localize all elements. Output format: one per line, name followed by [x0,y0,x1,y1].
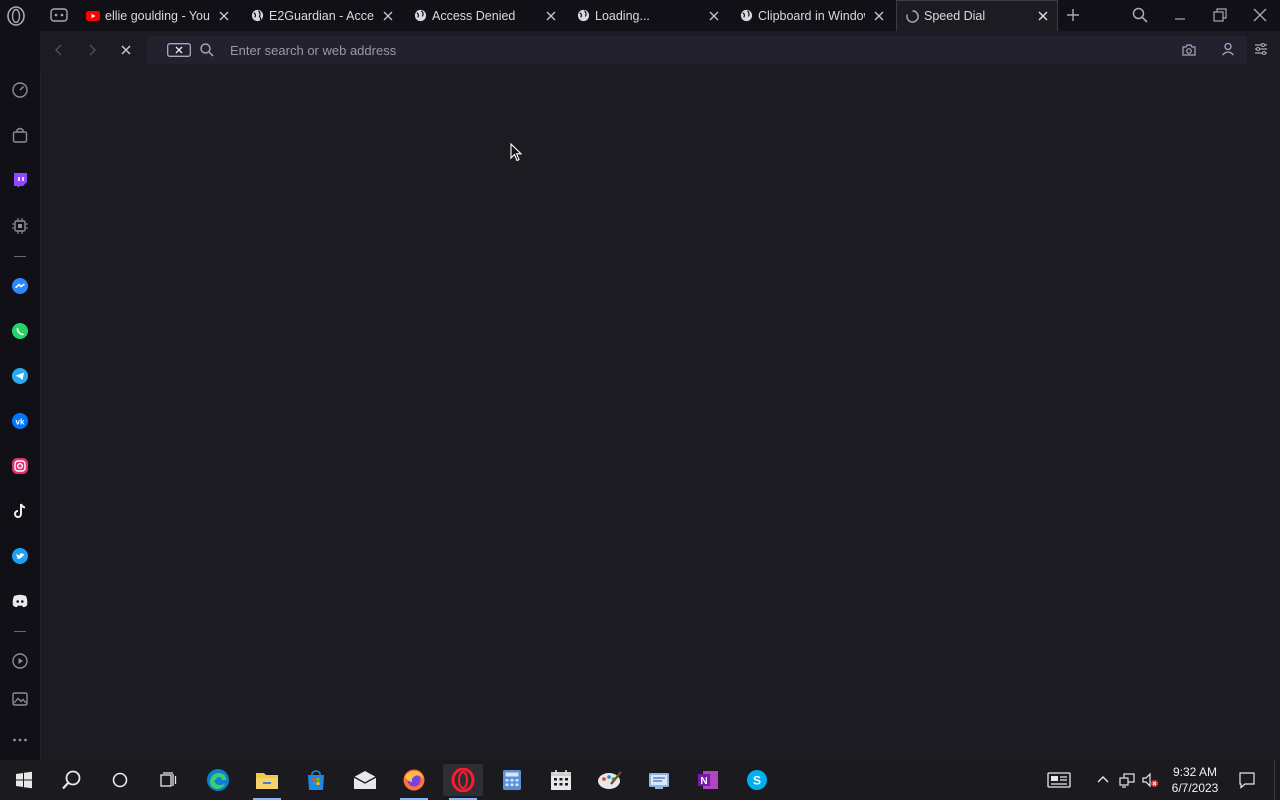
sidebar-separator [14,256,26,257]
page-content[interactable] [40,70,1280,760]
svg-text:S: S [753,774,761,788]
shopping-bag-icon[interactable] [10,125,30,145]
show-hidden-icons-icon[interactable] [1094,771,1112,789]
notification-icon[interactable] [1238,771,1256,789]
close-icon[interactable] [543,8,559,24]
svg-text:vk: vk [16,418,25,427]
globe-icon [250,9,264,23]
telegram-icon[interactable] [10,366,30,386]
tab-access-denied[interactable]: Access Denied [405,0,565,31]
stop-loading-icon[interactable] [117,41,135,59]
close-icon[interactable] [706,8,722,24]
mail-icon[interactable] [345,764,385,796]
svg-text:N: N [700,776,707,787]
back-icon[interactable] [50,41,68,59]
twitch-icon[interactable] [10,170,30,190]
mouse-cursor-icon [510,143,522,162]
player-icon[interactable] [10,651,30,671]
messenger-icon[interactable] [10,276,30,296]
camera-icon[interactable] [1181,42,1197,58]
sidebar: vk [0,31,40,760]
discord-icon[interactable] [10,591,30,611]
sidebar-separator [14,631,26,632]
minimize-icon[interactable] [1171,6,1189,24]
youtube-icon [86,9,100,23]
address-bar[interactable] [147,36,1247,64]
toolbar [40,31,1280,70]
globe-icon [576,9,590,23]
tab-title: E2Guardian - Access [269,8,374,23]
volume-muted-icon[interactable] [1141,771,1159,789]
chip-icon[interactable] [10,216,30,236]
tiktok-icon[interactable] [10,501,30,521]
taskbar: N S 9:32 AM 6/7/2023 [0,760,1280,800]
cortana-icon[interactable] [100,764,140,796]
loading-spinner-icon [905,9,919,23]
image-icon[interactable] [10,689,30,709]
tab-bar: ellie goulding - YouT E2Guardian - Acces… [0,0,1280,31]
restore-icon[interactable] [1211,6,1229,24]
speedometer-icon[interactable] [10,80,30,100]
file-explorer-icon[interactable] [247,764,287,800]
globe-icon [413,9,427,23]
new-tab-icon[interactable] [1064,6,1082,24]
search-icon [200,43,214,57]
paint-icon[interactable] [590,764,630,796]
more-icon[interactable] [10,730,30,750]
app-icon[interactable] [639,764,679,796]
firefox-icon[interactable] [394,764,434,800]
opera-icon[interactable] [443,764,483,800]
workspace-icon[interactable] [50,8,68,22]
clock-time: 9:32 AM [1172,765,1218,779]
whatsapp-icon[interactable] [10,321,30,341]
tab-title: Access Denied [432,8,516,23]
tab-title: Loading... [595,8,650,23]
network-icon[interactable] [1118,771,1136,789]
address-input[interactable] [230,41,1130,59]
easy-setup-icon[interactable] [1253,41,1269,57]
instagram-icon[interactable] [10,456,30,476]
search-tabs-icon[interactable] [1131,6,1149,24]
clock-date: 6/7/2023 [1171,781,1219,795]
vk-icon[interactable]: vk [10,411,30,431]
tab-speed-dial[interactable]: Speed Dial [896,0,1058,31]
account-icon[interactable] [1220,41,1236,57]
twitter-icon[interactable] [10,546,30,566]
tab-title: ellie goulding - YouT [105,8,210,23]
task-view-icon[interactable] [148,764,188,796]
globe-icon [739,9,753,23]
skype-icon[interactable]: S [737,764,777,796]
tab-e2guardian[interactable]: E2Guardian - Access [242,0,402,31]
store-icon[interactable] [296,764,336,796]
search-icon[interactable] [52,764,92,796]
tab-loading[interactable]: Loading... [568,0,728,31]
clock[interactable]: 9:32 AM 6/7/2023 [1166,764,1224,796]
close-icon[interactable] [380,8,396,24]
tab-title: Speed Dial [924,9,986,23]
tab-title: Clipboard in Window [758,8,865,23]
close-icon[interactable] [216,8,232,24]
calculator-icon[interactable] [492,764,532,796]
vpn-badge-icon[interactable] [167,43,191,57]
close-icon[interactable] [871,8,887,24]
edge-icon[interactable] [198,764,238,796]
news-icon[interactable] [1047,771,1071,789]
tab-youtube[interactable]: ellie goulding - YouT [78,0,238,31]
tab-clipboard[interactable]: Clipboard in Window [731,0,893,31]
close-window-icon[interactable] [1251,6,1269,24]
opera-menu-icon[interactable] [6,6,26,26]
close-icon[interactable] [1035,8,1051,24]
show-desktop-button[interactable] [1274,760,1280,800]
onenote-icon[interactable]: N [688,764,728,796]
calendar-icon[interactable] [541,764,581,796]
start-icon[interactable] [4,764,44,796]
forward-icon[interactable] [83,41,101,59]
